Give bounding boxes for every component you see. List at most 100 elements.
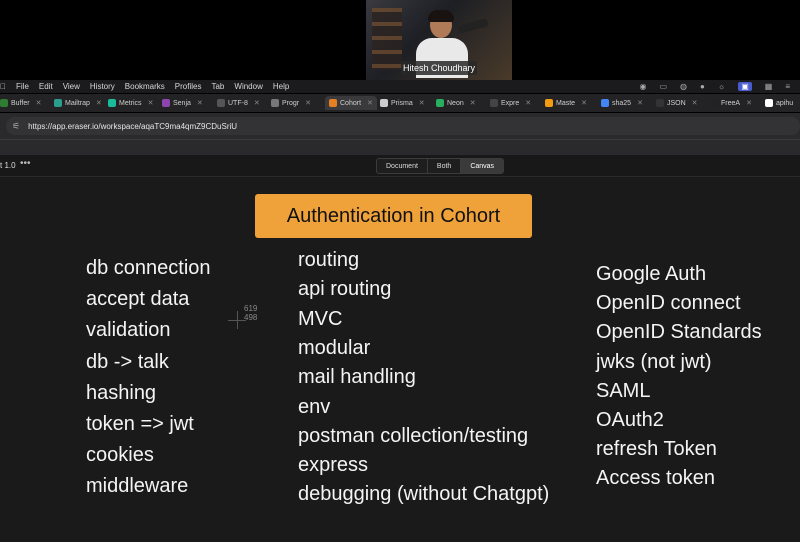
menu-bookmarks[interactable]: Bookmarks [125,82,165,91]
cursor-x: 619 [244,304,258,313]
canvas-title: Authentication in Cohort [286,204,501,227]
canvas-text-item[interactable]: OpenID Standards [596,321,762,344]
canvas-text-item[interactable]: api routing [298,278,391,301]
tray-brightness-icon[interactable]: ☼ [718,82,725,91]
canvas-text-item[interactable]: debugging (without Chatgpt) [298,483,549,506]
tray-headphones-icon[interactable]: ◍ [680,82,687,91]
site-settings-icon[interactable]: ⚟ [12,121,20,132]
browser-tab[interactable]: Maste ✕ [545,96,587,110]
view-mode-both[interactable]: Both [428,159,462,173]
tab-close-icon[interactable]: ✕ [96,99,102,107]
tab-close-icon[interactable]: ✕ [581,99,587,107]
menu-tab[interactable]: Tab [211,82,224,91]
tab-favicon-icon [54,99,62,107]
document-title[interactable]: t 1.0 [0,161,16,170]
tab-favicon-icon [217,99,225,107]
app-toolbar: t 1.0 ••• Document Both Canvas [0,155,800,177]
tray-menu-icon[interactable]: ≡ [785,82,790,91]
view-mode-switch: Document Both Canvas [376,158,505,174]
canvas-text-item[interactable]: refresh Token [596,438,717,461]
tray-eye-icon[interactable]: ◉ [639,82,646,91]
browser-tab[interactable]: Prisma ✕ [380,96,425,110]
menu-view[interactable]: View [63,82,80,91]
tab-close-icon[interactable]: ✕ [254,99,260,107]
menu-help[interactable]: Help [273,82,289,91]
tab-label: Progr [282,99,300,107]
tray-grid-icon[interactable]: ▦ [765,82,773,91]
canvas-text-item[interactable]: mail handling [298,366,416,389]
tab-label: JSON [667,99,686,107]
menu-profiles[interactable]: Profiles [175,82,202,91]
browser-tab[interactable]: JSON ✕ [656,96,698,110]
tab-favicon-icon [601,99,609,107]
browser-tab[interactable]: sha25 ✕ [601,96,643,110]
browser-tab[interactable]: Cohort ✕ [325,96,377,110]
tray-display-icon[interactable]: ▣ [738,82,752,91]
tab-close-icon[interactable]: ✕ [525,99,531,107]
browser-tab[interactable]: FreeA ✕ [710,96,752,110]
canvas-text-item[interactable]: cookies [86,444,154,467]
browser-tab[interactable]: Mailtrap ✕ [54,96,102,110]
tab-favicon-icon [765,99,773,107]
tab-close-icon[interactable]: ✕ [419,99,425,107]
menu-window[interactable]: Window [234,82,262,91]
apple-menu-icon[interactable]:  [0,82,6,91]
canvas-text-item[interactable]: middleware [86,475,188,498]
canvas-text-item[interactable]: SAML [596,380,650,403]
canvas-text-item[interactable]: db -> talk [86,351,169,374]
tab-favicon-icon [490,99,498,107]
view-mode-canvas[interactable]: Canvas [461,159,504,173]
canvas-text-item[interactable]: env [298,396,330,419]
tab-close-icon[interactable]: ✕ [197,99,203,107]
browser-tab[interactable]: apihu [765,96,793,110]
tab-favicon-icon [545,99,553,107]
webcam-overlay: Hitesh Choudhary [366,0,512,80]
canvas-text-item[interactable]: OpenID connect [596,292,741,315]
browser-tab[interactable]: Neon ✕ [436,96,476,110]
canvas-text-item[interactable]: token => jwt [86,413,194,436]
title-card[interactable]: Authentication in Cohort [255,194,532,238]
browser-tab[interactable]: Metrics ✕ [108,96,153,110]
tab-close-icon[interactable]: ✕ [692,99,698,107]
tab-close-icon[interactable]: ✕ [746,99,752,107]
canvas-text-item[interactable]: routing [298,249,359,272]
tab-close-icon[interactable]: ✕ [470,99,476,107]
tab-close-icon[interactable]: ✕ [148,99,154,107]
tray-record-icon[interactable]: ● [700,82,705,91]
menu-edit[interactable]: Edit [39,82,53,91]
browser-tab[interactable]: Buffer ✕ [0,96,41,110]
tab-close-icon[interactable]: ✕ [637,99,643,107]
menu-file[interactable]: File [16,82,29,91]
canvas-text-item[interactable]: hashing [86,382,156,405]
tab-close-icon[interactable]: ✕ [36,99,42,107]
view-mode-document[interactable]: Document [377,159,428,173]
tab-close-icon[interactable]: ✕ [305,99,311,107]
canvas-text-item[interactable]: jwks (not jwt) [596,351,712,374]
browser-tab[interactable]: Senja ✕ [162,96,203,110]
address-bar: ⚟ https://app.eraser.io/workspace/aqaTC9… [0,113,800,139]
canvas-text-item[interactable]: Google Auth [596,263,706,286]
browser-tab[interactable]: Expre ✕ [490,96,531,110]
browser-tab[interactable]: UTF-8 ✕ [217,96,260,110]
canvas-text-item[interactable]: OAuth2 [596,409,664,432]
canvas-text-item[interactable]: postman collection/testing [298,425,528,448]
canvas-text-item[interactable]: validation [86,319,171,342]
canvas-text-item[interactable]: Access token [596,467,715,490]
url-field[interactable]: ⚟ https://app.eraser.io/workspace/aqaTC9… [6,117,800,135]
menu-history[interactable]: History [90,82,115,91]
microphone [457,18,489,34]
tab-label: UTF-8 [228,99,248,107]
url-text[interactable]: https://app.eraser.io/workspace/aqaTC9ma… [28,122,237,131]
cursor-coordinates: 619 498 [244,304,257,322]
browser-tab[interactable]: Progr ✕ [271,96,311,110]
canvas-text-item[interactable]: express [298,454,368,477]
more-options-icon[interactable]: ••• [20,158,31,169]
whiteboard-canvas[interactable]: Authentication in Cohort db connection ac… [0,177,800,542]
tab-close-icon[interactable]: ✕ [367,99,373,107]
canvas-text-item[interactable]: accept data [86,288,189,311]
canvas-text-item[interactable]: modular [298,337,370,360]
tab-label: Neon [447,99,464,107]
canvas-text-item[interactable]: MVC [298,308,342,331]
canvas-text-item[interactable]: db connection [86,257,211,280]
tray-screen-icon[interactable]: ▭ [659,82,667,91]
